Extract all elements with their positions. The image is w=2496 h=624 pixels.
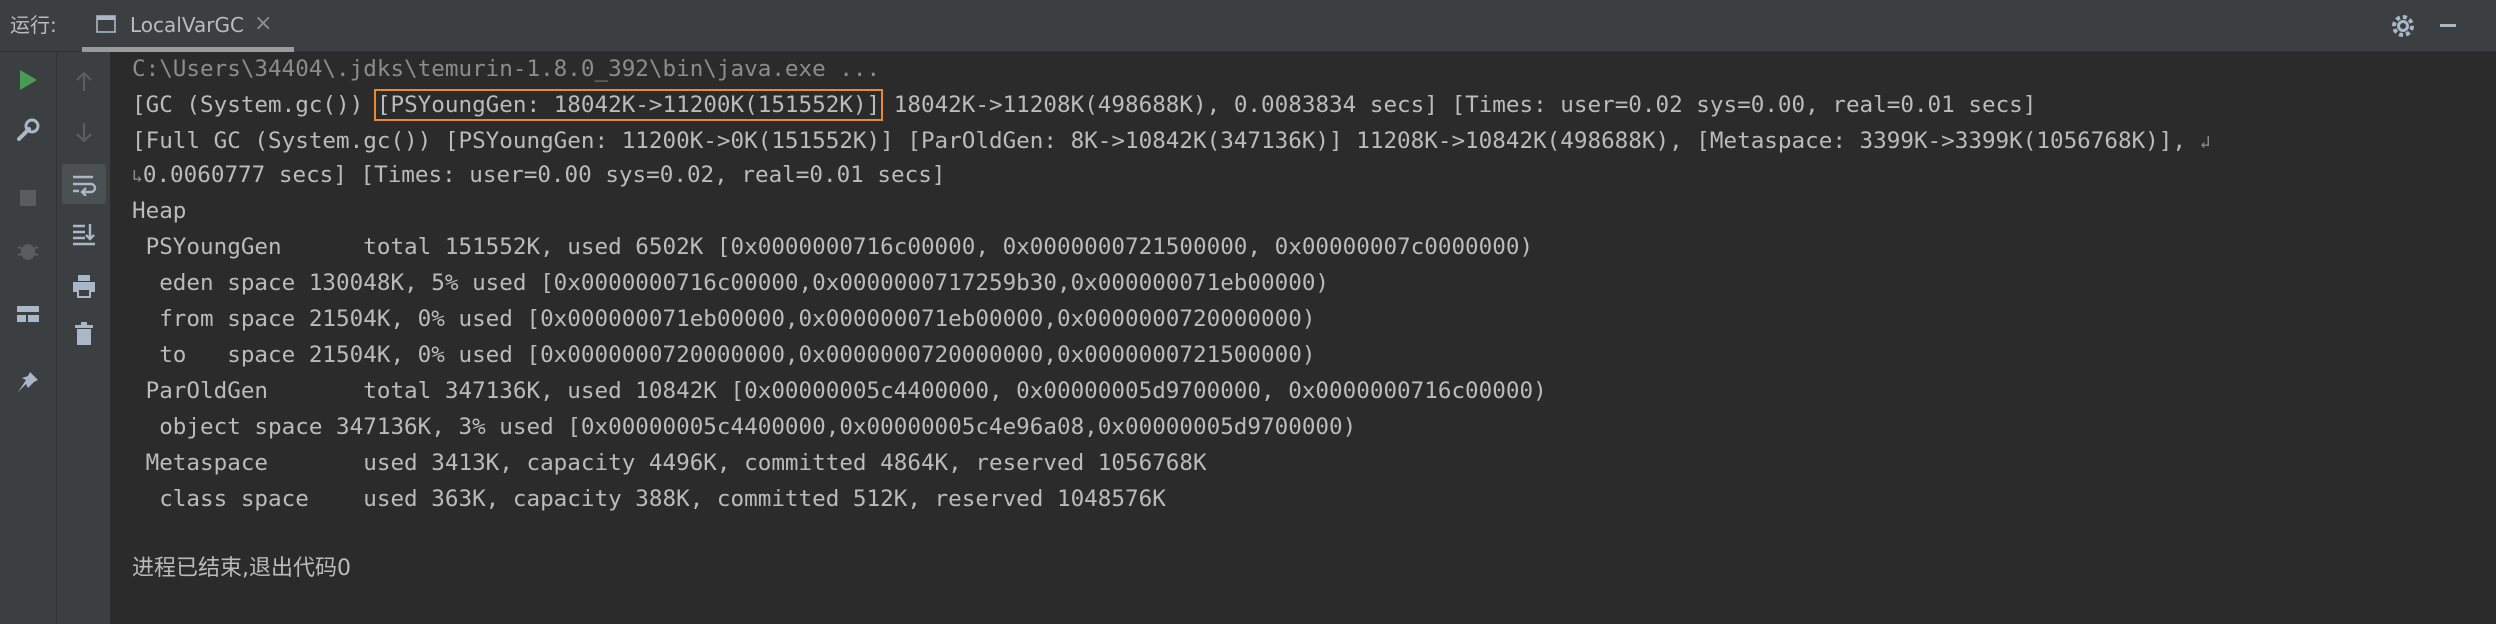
process-exit-message: 进程已结束,退出代码0	[132, 556, 351, 581]
heap-line: from space 21504K, 0% used [0x000000071e…	[132, 306, 1316, 332]
console-output[interactable]: C:\Users\34404\.jdks\temurin-1.8.0_392\b…	[110, 52, 2480, 624]
soft-wrap-end-icon: ↲	[2199, 132, 2211, 153]
run-tool-window-header: 运行: LocalVarGC ×	[0, 0, 2496, 52]
print-icon[interactable]	[66, 268, 102, 304]
run-label: 运行:	[10, 13, 57, 37]
wrench-icon[interactable]	[10, 112, 46, 148]
rerun-icon[interactable]	[10, 62, 46, 98]
full-gc-text-cont: 0.0060777 secs] [Times: user=0.00 sys=0.…	[142, 162, 946, 188]
heap-line: object space 347136K, 3% used [0x0000000…	[132, 414, 1357, 440]
up-arrow-icon[interactable]	[66, 64, 102, 100]
gc-prefix: [GC (System.gc())	[132, 92, 377, 118]
heap-line: to space 21504K, 0% used [0x000000072000…	[132, 342, 1316, 368]
heap-line: class space used 363K, capacity 388K, co…	[132, 486, 1166, 512]
heap-line: Metaspace used 3413K, capacity 4496K, co…	[132, 450, 1207, 476]
down-arrow-icon[interactable]	[66, 114, 102, 150]
tab-close-icon[interactable]: ×	[254, 10, 272, 38]
soft-wrap-start-icon: ↳	[132, 166, 143, 187]
layout-icon[interactable]	[10, 296, 46, 332]
tab-localvargc[interactable]: LocalVarGC ×	[82, 4, 292, 48]
toolbar-divider	[56, 52, 57, 624]
gc-suffix: 18042K->11208K(498688K), 0.0083834 secs]…	[880, 92, 2037, 118]
heap-line: PSYoungGen total 151552K, used 6502K [0x…	[132, 234, 1534, 260]
console-window-icon	[96, 15, 116, 33]
tab-label: LocalVarGC	[130, 13, 244, 37]
minimize-icon[interactable]	[2440, 24, 2456, 27]
trash-icon[interactable]	[66, 316, 102, 352]
pin-icon[interactable]	[10, 364, 46, 400]
gc-log-line: [GC (System.gc()) [PSYoungGen: 18042K->1…	[132, 89, 2037, 121]
command-line[interactable]: C:\Users\34404\.jdks\temurin-1.8.0_392\b…	[132, 54, 880, 84]
heap-line: ParOldGen total 347136K, used 10842K [0x…	[132, 378, 1547, 404]
heap-line: Heap	[132, 198, 187, 224]
highlighted-psyounggen: [PSYoungGen: 18042K->11200K(151552K)]	[373, 89, 884, 121]
scroll-to-end-icon[interactable]	[66, 216, 102, 252]
full-gc-text: [Full GC (System.gc()) [PSYoungGen: 1120…	[132, 128, 2186, 154]
heap-line: eden space 130048K, 5% used [0x000000071…	[132, 270, 1330, 296]
full-gc-log-continuation: ↳0.0060777 secs] [Times: user=0.00 sys=0…	[132, 160, 945, 192]
gear-icon[interactable]	[2389, 12, 2417, 40]
debug-bug-icon[interactable]	[10, 232, 46, 268]
stop-icon[interactable]	[10, 180, 46, 216]
vertical-scrollbar[interactable]	[2480, 52, 2496, 624]
full-gc-log-line: [Full GC (System.gc()) [PSYoungGen: 1120…	[132, 126, 2210, 158]
soft-wrap-icon[interactable]	[62, 164, 106, 204]
